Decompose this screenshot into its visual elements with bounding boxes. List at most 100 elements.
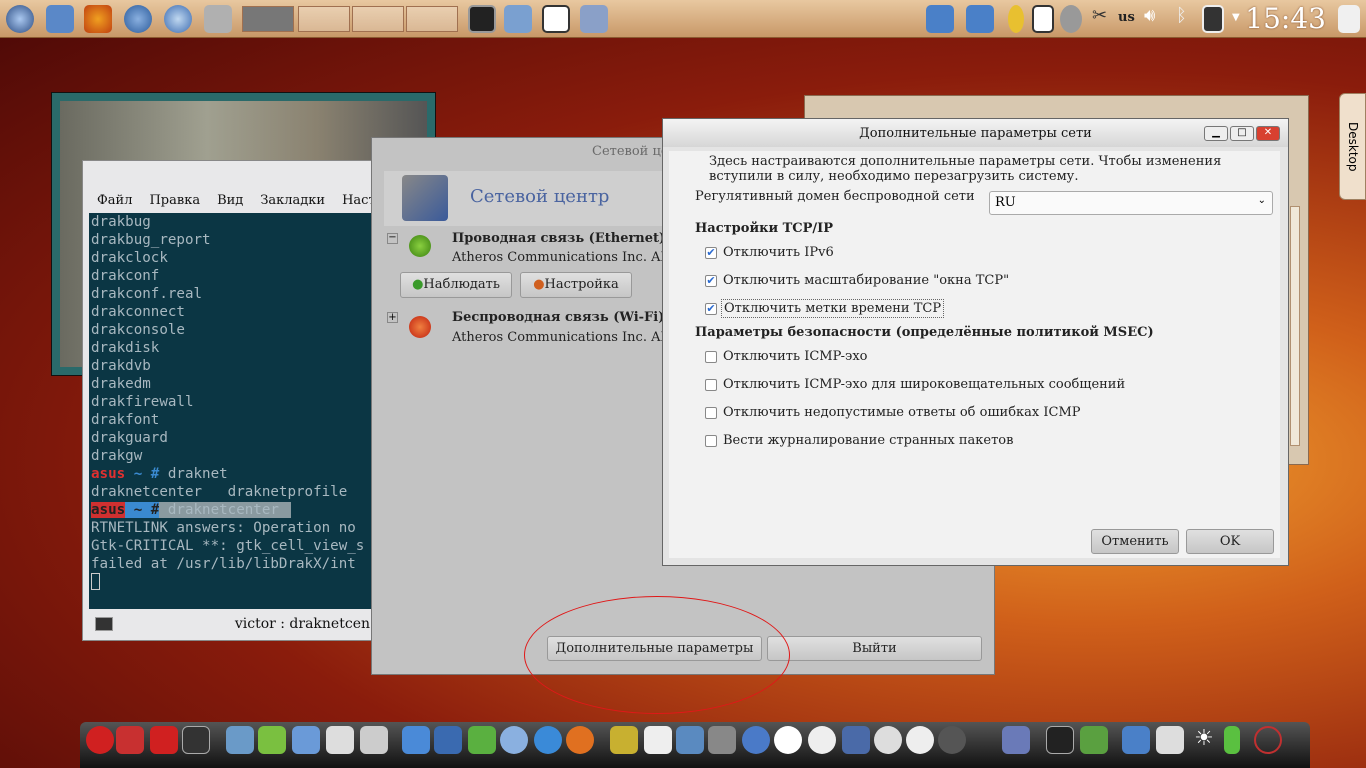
monitor-button[interactable]: ●Наблюдать (400, 272, 512, 298)
player-dock-icon[interactable] (774, 726, 802, 754)
update-icon[interactable] (434, 726, 462, 754)
network-icon[interactable] (1202, 5, 1224, 33)
minimize-button[interactable]: ▁ (1204, 126, 1228, 141)
speaker-icon[interactable] (938, 726, 966, 754)
editor-icon[interactable] (644, 726, 672, 754)
configure-button[interactable]: ●Настройка (520, 272, 632, 298)
battery-status-icon[interactable] (1156, 726, 1184, 754)
menu-edit[interactable]: Правка (149, 193, 200, 213)
menu-file[interactable]: Файл (97, 193, 132, 213)
browser-icon[interactable] (164, 5, 192, 33)
folder-icon[interactable] (926, 5, 954, 33)
clock-dock-icon[interactable] (1254, 726, 1282, 754)
terminal-tab-title[interactable]: victor : draknetcen (235, 616, 370, 632)
firefox-icon[interactable] (84, 5, 112, 33)
video-icon[interactable] (708, 726, 736, 754)
option-label[interactable]: Отключить ICMP-эхо для широковещательных… (723, 377, 1125, 392)
browser-dock-icon[interactable] (742, 726, 770, 754)
expand-icon[interactable]: + (387, 312, 398, 323)
menu-bookmarks[interactable]: Закладки (260, 193, 325, 213)
download-icon[interactable] (402, 726, 430, 754)
menu-view[interactable]: Вид (217, 193, 243, 213)
option-label[interactable]: Отключить IPv6 (723, 245, 834, 260)
advanced-network-dialog[interactable]: Дополнительные параметры сети ▁ □ ✕ Здес… (662, 118, 1289, 566)
folder-dock-icon[interactable] (1122, 726, 1150, 754)
download-folder-icon[interactable] (966, 5, 994, 33)
a-icon[interactable] (808, 726, 836, 754)
apps-icon[interactable] (226, 726, 254, 754)
disable-icmp-broadcast-checkbox[interactable] (705, 379, 717, 391)
power-icon[interactable] (86, 726, 114, 754)
usb-icon[interactable] (842, 726, 870, 754)
terminal-window[interactable]: Файл Правка Вид Закладки Настр drakbug dr… (82, 160, 384, 641)
update-icon[interactable] (1060, 5, 1082, 33)
option-label[interactable]: Отключить ICMP-эхо (723, 349, 867, 364)
log-martians-checkbox[interactable] (705, 435, 717, 447)
calculator-icon[interactable] (360, 726, 388, 754)
cancel-button[interactable]: Отменить (1091, 529, 1179, 554)
clipboard-icon[interactable]: ✂ (1092, 5, 1110, 33)
option-label[interactable]: Отключить недопустимые ответы об ошибках… (723, 405, 1081, 420)
term-line: drakfont (91, 412, 160, 428)
disable-tcp-timestamps-checkbox[interactable]: ✔ (705, 303, 717, 315)
desktop-pager-1[interactable] (242, 6, 294, 32)
disable-ipv6-checkbox[interactable]: ✔ (705, 247, 717, 259)
security-icon[interactable] (1008, 5, 1024, 33)
mouse-icon[interactable] (906, 726, 934, 754)
monitor-icon[interactable] (182, 726, 210, 754)
globe-icon[interactable] (534, 726, 562, 754)
option-label[interactable]: Отключить масштабирование "окна TCP" (723, 273, 1009, 288)
bluetooth-icon[interactable]: ᛒ (1176, 5, 1196, 33)
picker-icon[interactable] (258, 726, 286, 754)
files-icon[interactable] (46, 5, 74, 33)
lifebuoy-icon[interactable] (116, 726, 144, 754)
mail-dock-icon[interactable] (500, 726, 528, 754)
settings-task-icon[interactable] (580, 5, 608, 33)
photos-icon[interactable] (610, 726, 638, 754)
ok-button[interactable]: OK (1186, 529, 1274, 554)
mail-icon[interactable] (124, 5, 152, 33)
desktop-pager-3[interactable] (352, 6, 404, 32)
option-label[interactable]: Отключить метки времени TCP (721, 299, 945, 318)
media-icon[interactable] (1032, 5, 1054, 33)
clock[interactable]: 15:43 (1245, 2, 1326, 35)
quit-button[interactable]: Выйти (767, 636, 982, 661)
brightness-icon[interactable]: ☀ (1190, 726, 1218, 754)
hdd-icon[interactable] (874, 726, 902, 754)
collapse-icon[interactable]: − (387, 233, 398, 244)
volume-icon[interactable]: 🔊︎ (1144, 5, 1168, 33)
terminal-task-icon[interactable] (468, 5, 496, 33)
install-icon[interactable] (468, 726, 496, 754)
computer-icon[interactable] (326, 726, 354, 754)
desktop-pager-2[interactable] (298, 6, 350, 32)
chevron-down-icon[interactable]: ▼ (1232, 12, 1242, 40)
select-icon[interactable] (1002, 726, 1030, 754)
term-line: draknetcenter draknetprofile (91, 484, 348, 500)
term-line: drakclock (91, 250, 168, 266)
terminal-output[interactable]: drakbug drakbug_report drakclock drakconf dr… (89, 213, 374, 609)
desktop-pager-4[interactable] (406, 6, 458, 32)
terminal-dock-icon[interactable] (1046, 726, 1074, 754)
domain-select[interactable]: RU ⌄ (989, 191, 1273, 215)
network-dock-icon[interactable] (292, 726, 320, 754)
tools-icon[interactable] (204, 5, 232, 33)
disable-tcp-window-scaling-checkbox[interactable]: ✔ (705, 275, 717, 287)
close-button[interactable]: ✕ (1256, 126, 1280, 141)
term-line: drakconf (91, 268, 160, 284)
maximize-button[interactable]: □ (1230, 126, 1254, 141)
trash-icon[interactable] (1338, 5, 1360, 33)
firefox-dock-icon[interactable] (566, 726, 594, 754)
export-icon[interactable] (1080, 726, 1108, 754)
trash-red-icon[interactable] (150, 726, 178, 754)
scrollbar[interactable] (1290, 206, 1300, 446)
screen-icon[interactable] (676, 726, 704, 754)
network-task-icon[interactable] (504, 5, 532, 33)
keyboard-layout[interactable]: us (1118, 10, 1135, 25)
disable-icmp-echo-checkbox[interactable] (705, 351, 717, 363)
menu-icon[interactable] (6, 5, 34, 33)
player-task-icon[interactable] (542, 5, 570, 33)
desktop-tab[interactable]: Desktop (1339, 93, 1366, 200)
disable-bogus-icmp-checkbox[interactable] (705, 407, 717, 419)
battery-icon[interactable] (1224, 726, 1240, 754)
option-label[interactable]: Вести журналирование странных пакетов (723, 433, 1013, 448)
